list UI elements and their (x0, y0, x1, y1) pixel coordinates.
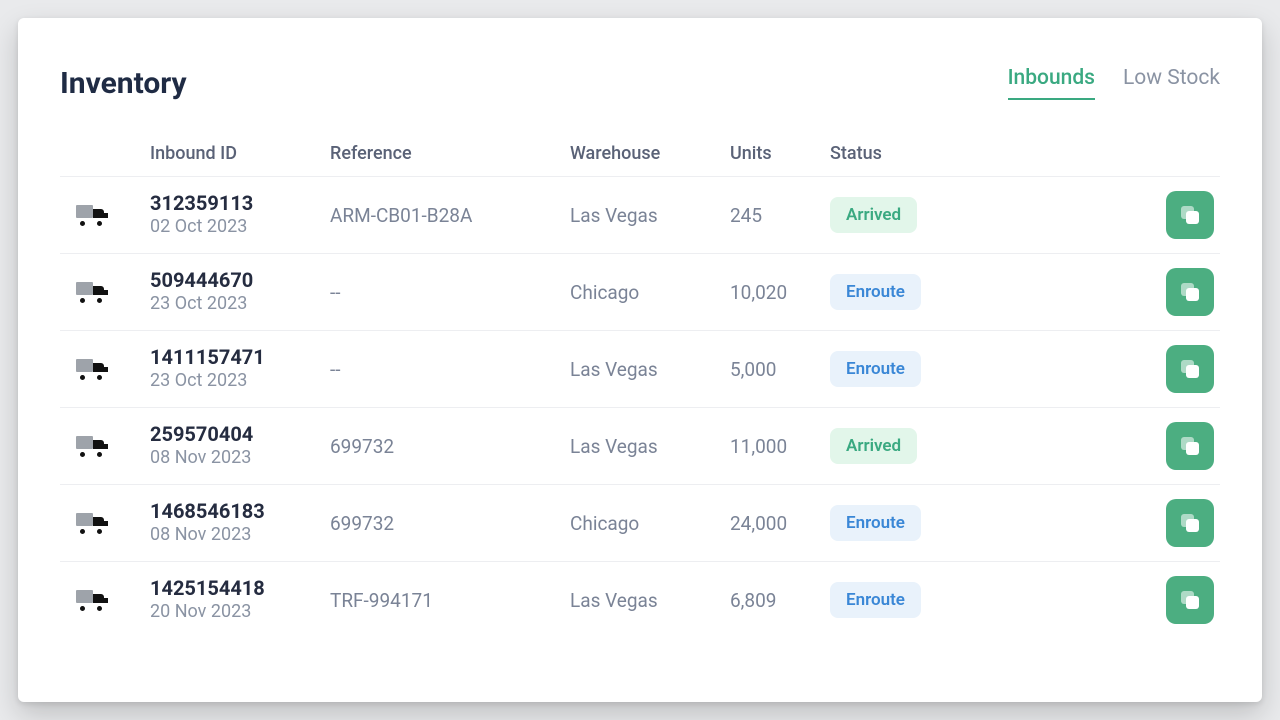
status-badge: Arrived (830, 197, 917, 233)
warehouse-cell: Las Vegas (570, 589, 730, 612)
reference-cell: -- (330, 358, 570, 381)
inbound-id-cell: 146854618308 Nov 2023 (150, 499, 330, 546)
inbound-id-cell: 141115747123 Oct 2023 (150, 345, 330, 392)
table-header-row: Inbound ID Reference Warehouse Units Sta… (60, 135, 1220, 176)
col-reference: Reference (330, 143, 570, 164)
copy-button[interactable] (1166, 191, 1214, 239)
status-badge: Enroute (830, 351, 921, 387)
truck-icon (76, 588, 110, 612)
table-row: 141115747123 Oct 2023--Las Vegas5,000Enr… (60, 330, 1220, 407)
inbound-id: 1468546183 (150, 499, 330, 523)
status-badge: Enroute (830, 505, 921, 541)
table-row: 50944467023 Oct 2023--Chicago10,020Enrou… (60, 253, 1220, 330)
inbound-date: 20 Nov 2023 (150, 600, 330, 623)
inbound-date: 23 Oct 2023 (150, 292, 330, 315)
inbound-date: 23 Oct 2023 (150, 369, 330, 392)
copy-icon (1181, 206, 1199, 224)
copy-icon (1181, 514, 1199, 532)
units-cell: 5,000 (730, 358, 830, 381)
warehouse-cell: Chicago (570, 512, 730, 535)
warehouse-cell: Las Vegas (570, 204, 730, 227)
status-cell: Arrived (830, 197, 1040, 233)
tab-low-stock[interactable]: Low Stock (1123, 66, 1220, 100)
warehouse-cell: Chicago (570, 281, 730, 304)
col-status: Status (830, 143, 1040, 164)
truck-icon (76, 280, 110, 304)
units-cell: 10,020 (730, 281, 830, 304)
truck-icon (76, 357, 110, 381)
inbound-id: 312359113 (150, 191, 330, 215)
inventory-card: Inventory Inbounds Low Stock Inbound ID … (18, 18, 1262, 702)
units-cell: 6,809 (730, 589, 830, 612)
tab-inbounds[interactable]: Inbounds (1008, 66, 1095, 100)
inbound-id-cell: 25957040408 Nov 2023 (150, 422, 330, 469)
inbound-id-cell: 50944467023 Oct 2023 (150, 268, 330, 315)
inbound-date: 08 Nov 2023 (150, 523, 330, 546)
reference-cell: 699732 (330, 512, 570, 535)
status-cell: Enroute (830, 505, 1040, 541)
col-warehouse: Warehouse (570, 143, 730, 164)
warehouse-cell: Las Vegas (570, 358, 730, 381)
col-inbound-id: Inbound ID (150, 143, 330, 164)
units-cell: 11,000 (730, 435, 830, 458)
status-badge: Enroute (830, 582, 921, 618)
copy-button[interactable] (1166, 499, 1214, 547)
copy-icon (1181, 360, 1199, 378)
status-badge: Arrived (830, 428, 917, 464)
tabs: Inbounds Low Stock (1008, 66, 1220, 100)
status-cell: Enroute (830, 274, 1040, 310)
header: Inventory Inbounds Low Stock (60, 66, 1220, 101)
table-row: 142515441820 Nov 2023TRF-994171Las Vegas… (60, 561, 1220, 638)
inbound-id: 1425154418 (150, 576, 330, 600)
col-units: Units (730, 143, 830, 164)
inbound-id: 509444670 (150, 268, 330, 292)
table-row: 146854618308 Nov 2023699732Chicago24,000… (60, 484, 1220, 561)
copy-button[interactable] (1166, 422, 1214, 470)
units-cell: 245 (730, 204, 830, 227)
copy-icon (1181, 283, 1199, 301)
inbound-date: 08 Nov 2023 (150, 446, 330, 469)
inbound-id-cell: 142515441820 Nov 2023 (150, 576, 330, 623)
reference-cell: 699732 (330, 435, 570, 458)
table-row: 25957040408 Nov 2023699732Las Vegas11,00… (60, 407, 1220, 484)
reference-cell: TRF-994171 (330, 589, 570, 612)
truck-icon (76, 434, 110, 458)
truck-icon (76, 511, 110, 535)
inbound-id: 259570404 (150, 422, 330, 446)
inbound-id: 1411157471 (150, 345, 330, 369)
status-cell: Arrived (830, 428, 1040, 464)
status-badge: Enroute (830, 274, 921, 310)
page-title: Inventory (60, 66, 187, 101)
reference-cell: -- (330, 281, 570, 304)
inbound-date: 02 Oct 2023 (150, 215, 330, 238)
status-cell: Enroute (830, 351, 1040, 387)
copy-icon (1181, 591, 1199, 609)
copy-icon (1181, 437, 1199, 455)
reference-cell: ARM-CB01-B28A (330, 204, 570, 227)
units-cell: 24,000 (730, 512, 830, 535)
inbound-id-cell: 31235911302 Oct 2023 (150, 191, 330, 238)
inbounds-table: Inbound ID Reference Warehouse Units Sta… (60, 135, 1220, 638)
copy-button[interactable] (1166, 268, 1214, 316)
status-cell: Enroute (830, 582, 1040, 618)
copy-button[interactable] (1166, 345, 1214, 393)
table-row: 31235911302 Oct 2023ARM-CB01-B28ALas Veg… (60, 176, 1220, 253)
warehouse-cell: Las Vegas (570, 435, 730, 458)
copy-button[interactable] (1166, 576, 1214, 624)
truck-icon (76, 203, 110, 227)
